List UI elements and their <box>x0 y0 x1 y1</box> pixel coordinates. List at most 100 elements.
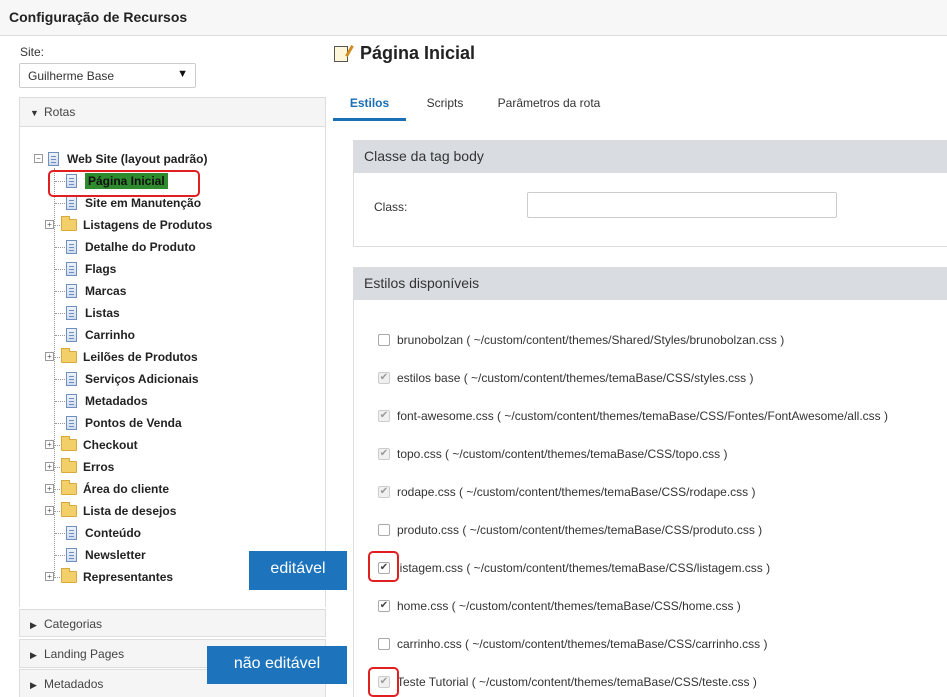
tree-item-label: Listas <box>85 306 120 320</box>
style-label: carrinho.css ( ~/custom/content/themes/t… <box>397 637 768 651</box>
highlight-box-editable <box>368 551 399 582</box>
class-input[interactable] <box>527 192 837 218</box>
tree-item[interactable]: + Listagens de Produtos <box>45 216 213 234</box>
tree-item[interactable]: + Leilões de Produtos <box>45 348 198 366</box>
tree-item[interactable]: Marcas <box>55 282 127 300</box>
expand-icon[interactable]: + <box>45 484 54 493</box>
tree-root-label: Web Site (layout padrão) <box>67 152 208 166</box>
tree-item[interactable]: Detalhe do Produto <box>55 238 196 256</box>
tree-item[interactable]: + Lista de desejos <box>45 502 177 520</box>
tab-scripts[interactable]: Scripts <box>419 86 471 121</box>
tree-item-label: Site em Manutenção <box>85 196 202 210</box>
page-icon <box>66 548 77 562</box>
tree-item-label: Listagens de Produtos <box>83 218 213 232</box>
accordion-metadados-label: Metadados <box>44 677 104 691</box>
tree-item-label: Conteúdo <box>85 526 141 540</box>
page-header: Página Inicial <box>334 43 475 64</box>
style-row: ✔ home.css ( ~/custom/content/themes/tema… <box>378 597 741 615</box>
style-label: font-awesome.css ( ~/custom/content/them… <box>397 409 888 423</box>
tree-item[interactable]: + Área do cliente <box>45 480 170 498</box>
folder-icon <box>61 480 77 495</box>
tree-item[interactable]: Serviços Adicionais <box>55 370 199 388</box>
style-label: rodape.css ( ~/custom/content/themes/tem… <box>397 485 756 499</box>
tree-item[interactable]: + Checkout <box>45 436 138 454</box>
expand-icon[interactable]: + <box>45 572 54 581</box>
tree-connector <box>55 401 65 402</box>
style-row: ✔ rodape.css ( ~/custom/content/themes/te… <box>378 483 756 501</box>
tree-item-label: Flags <box>85 262 117 276</box>
tree-item-label: Carrinho <box>85 328 136 342</box>
tab-estilos[interactable]: Estilos <box>333 86 406 121</box>
page-icon <box>66 394 77 408</box>
tree-root[interactable]: − Web Site (layout padrão) <box>34 150 207 168</box>
style-row: ✔ topo.css ( ~/custom/content/themes/tema… <box>378 445 727 463</box>
page-icon <box>66 416 77 430</box>
page-icon <box>66 262 77 276</box>
tab-parametros-rota[interactable]: Parâmetros da rota <box>491 86 607 121</box>
tree-item-label: Metadados <box>85 394 148 408</box>
callout-editavel: editável <box>249 551 347 590</box>
style-checkbox[interactable] <box>378 524 390 536</box>
accordion-rotas[interactable]: ▼ Rotas <box>19 97 326 127</box>
tree-item-label: Representantes <box>83 570 174 584</box>
tree-item-label: Marcas <box>85 284 127 298</box>
expand-icon[interactable]: + <box>45 440 54 449</box>
highlight-box-selected-route <box>48 170 200 197</box>
folder-icon <box>61 502 77 517</box>
style-row: ✔ Teste Tutorial ( ~/custom/content/theme… <box>378 673 757 691</box>
page-title: Página Inicial <box>360 43 476 63</box>
highlight-box-not-editable <box>368 667 399 697</box>
expand-icon[interactable]: + <box>45 220 54 229</box>
style-checkbox: ✔ <box>378 410 390 422</box>
tree-item-label: Detalhe do Produto <box>85 240 196 254</box>
expand-icon[interactable]: + <box>45 352 54 361</box>
page-icon <box>66 306 77 320</box>
tree-item-label: Newsletter <box>85 548 146 562</box>
style-label: estilos base ( ~/custom/content/themes/t… <box>397 371 754 385</box>
tree-item-label: Lista de desejos <box>83 504 177 518</box>
tree-item[interactable]: Carrinho <box>55 326 136 344</box>
collapse-icon[interactable]: − <box>34 154 43 163</box>
tree-item[interactable]: Metadados <box>55 392 148 410</box>
tree-item-label: Checkout <box>83 438 138 452</box>
site-select[interactable]: Guilherme Base ▼ <box>19 63 196 88</box>
tree-item[interactable]: Listas <box>55 304 120 322</box>
folder-icon <box>61 348 77 363</box>
triangle-right-icon: ▶ <box>30 650 37 660</box>
tree-item-label: Pontos de Venda <box>85 416 182 430</box>
tree-item[interactable]: Flags <box>55 260 117 278</box>
expand-icon[interactable]: + <box>45 462 54 471</box>
folder-icon <box>61 458 77 473</box>
accordion-categorias-label: Categorias <box>44 617 103 631</box>
callout-nao-editavel: não editável <box>207 646 347 684</box>
style-label: topo.css ( ~/custom/content/themes/temaB… <box>397 447 728 461</box>
page-icon <box>48 152 59 166</box>
folder-icon <box>61 568 77 583</box>
tree-connector <box>55 313 65 314</box>
tree-item[interactable]: + Representantes <box>45 568 174 586</box>
tree-item[interactable]: + Erros <box>45 458 114 476</box>
style-checkbox[interactable] <box>378 638 390 650</box>
expand-icon[interactable]: + <box>45 506 54 515</box>
body-class-panel-title: Classe da tag body <box>354 141 947 173</box>
page-icon <box>66 240 77 254</box>
style-checkbox: ✔ <box>378 448 390 460</box>
style-checkbox[interactable] <box>378 334 390 346</box>
page-icon <box>66 526 77 540</box>
app-header: Configuração de Recursos <box>0 0 947 36</box>
tree-item[interactable]: Pontos de Venda <box>55 414 182 432</box>
folder-icon <box>61 436 77 451</box>
tree-item-label: Serviços Adicionais <box>85 372 199 386</box>
tree-connector <box>55 379 65 380</box>
tree-item[interactable]: Newsletter <box>55 546 146 564</box>
style-label: produto.css ( ~/custom/content/themes/te… <box>397 523 763 537</box>
tree-connector <box>55 291 65 292</box>
style-checkbox[interactable]: ✔ <box>378 600 390 612</box>
style-row: ✔ font-awesome.css ( ~/custom/content/the… <box>378 407 888 425</box>
tree-item-label: Área do cliente <box>83 482 170 496</box>
style-row: produto.css ( ~/custom/content/themes/te… <box>378 521 762 539</box>
tree-connector-line <box>54 168 55 578</box>
accordion-categorias[interactable]: ▶ Categorias <box>19 609 326 637</box>
style-label: listagem.css ( ~/custom/content/themes/t… <box>397 561 771 575</box>
tree-item[interactable]: Conteúdo <box>55 524 141 542</box>
